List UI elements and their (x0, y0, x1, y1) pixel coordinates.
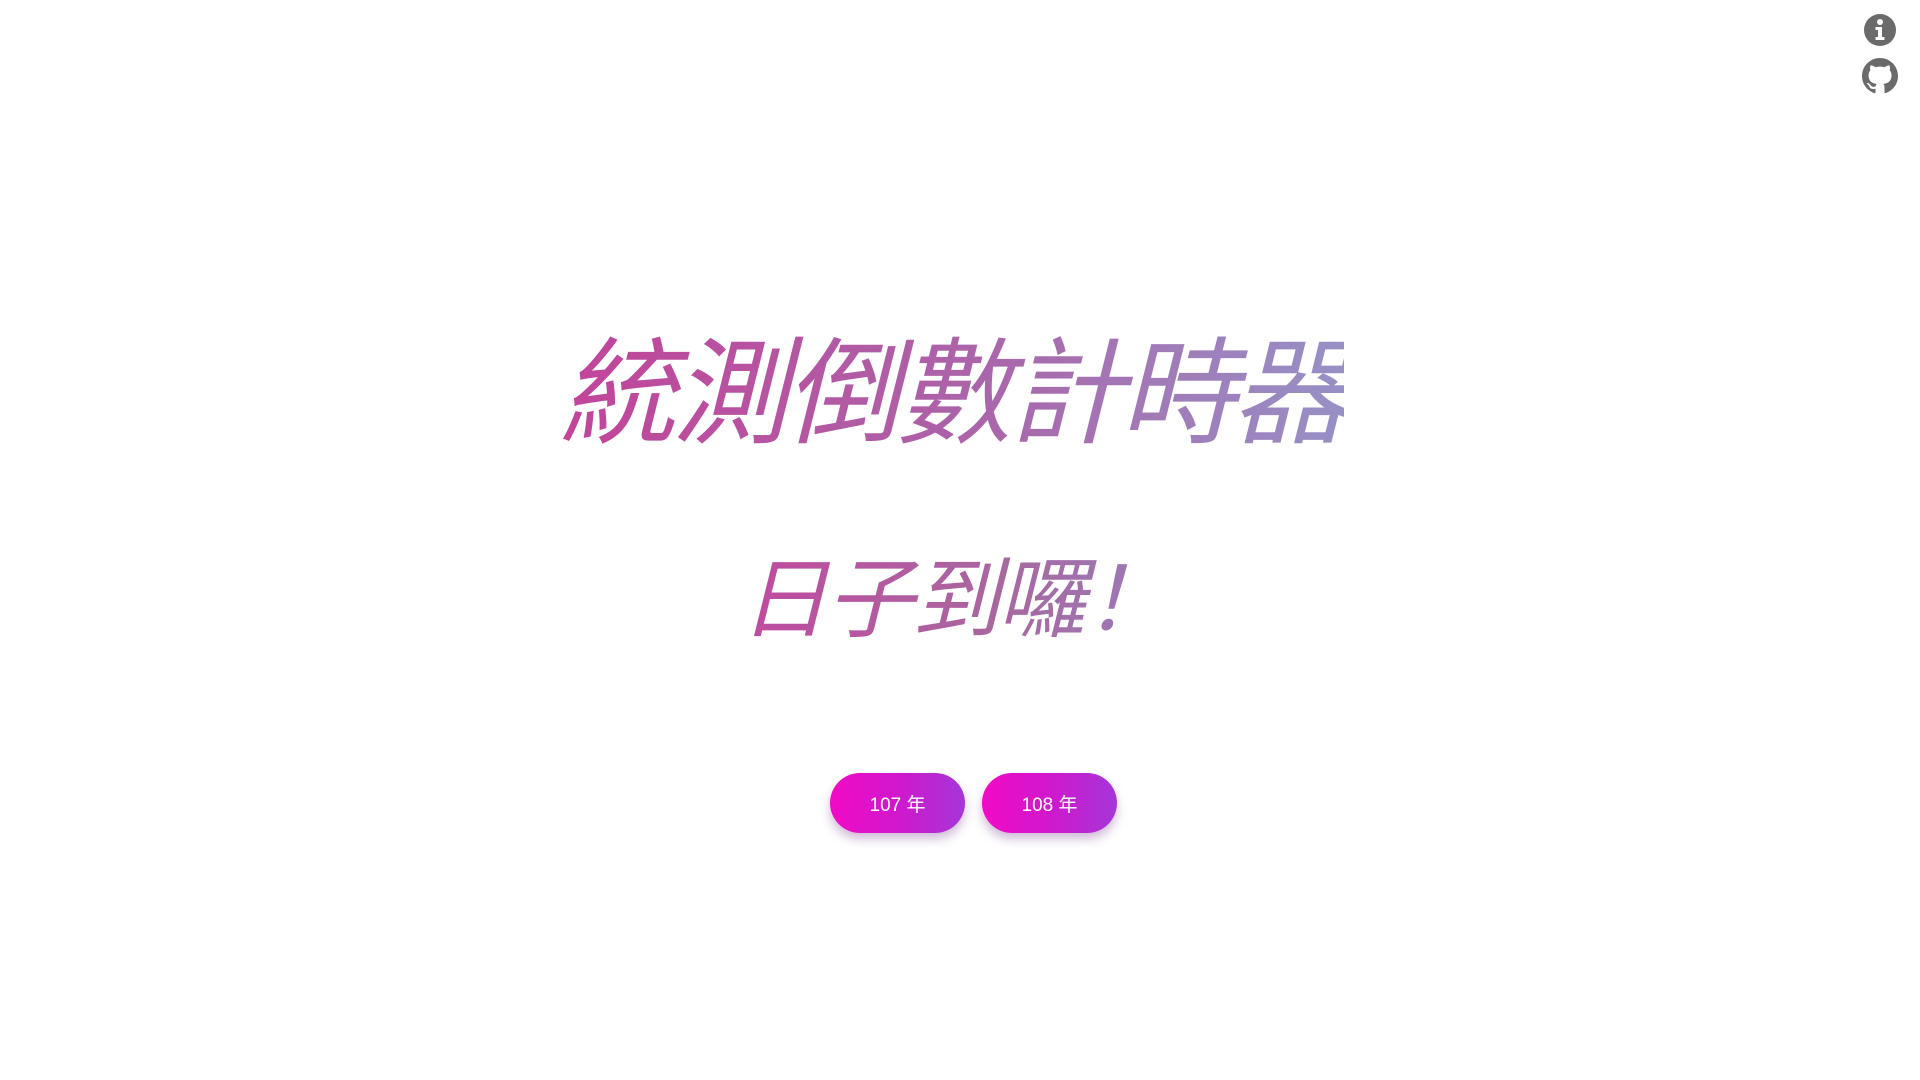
page: 統測倒數計時器 日子到囉！ 107 年 108 年 (0, 0, 1920, 1080)
year-107-button[interactable]: 107 年 (830, 773, 965, 833)
subtitle-container: 日子到囉！ (740, 545, 1200, 655)
title-container: 統測倒數計時器 (560, 325, 1390, 465)
status-message: 日子到囉！ (740, 545, 1172, 655)
year-108-button[interactable]: 108 年 (982, 773, 1117, 833)
page-title: 統測倒數計時器 (560, 325, 1348, 465)
info-icon[interactable] (1862, 12, 1898, 48)
github-icon[interactable] (1862, 58, 1898, 94)
corner-icon-group (1862, 12, 1898, 94)
year-button-group: 107 年 108 年 (830, 773, 1117, 833)
